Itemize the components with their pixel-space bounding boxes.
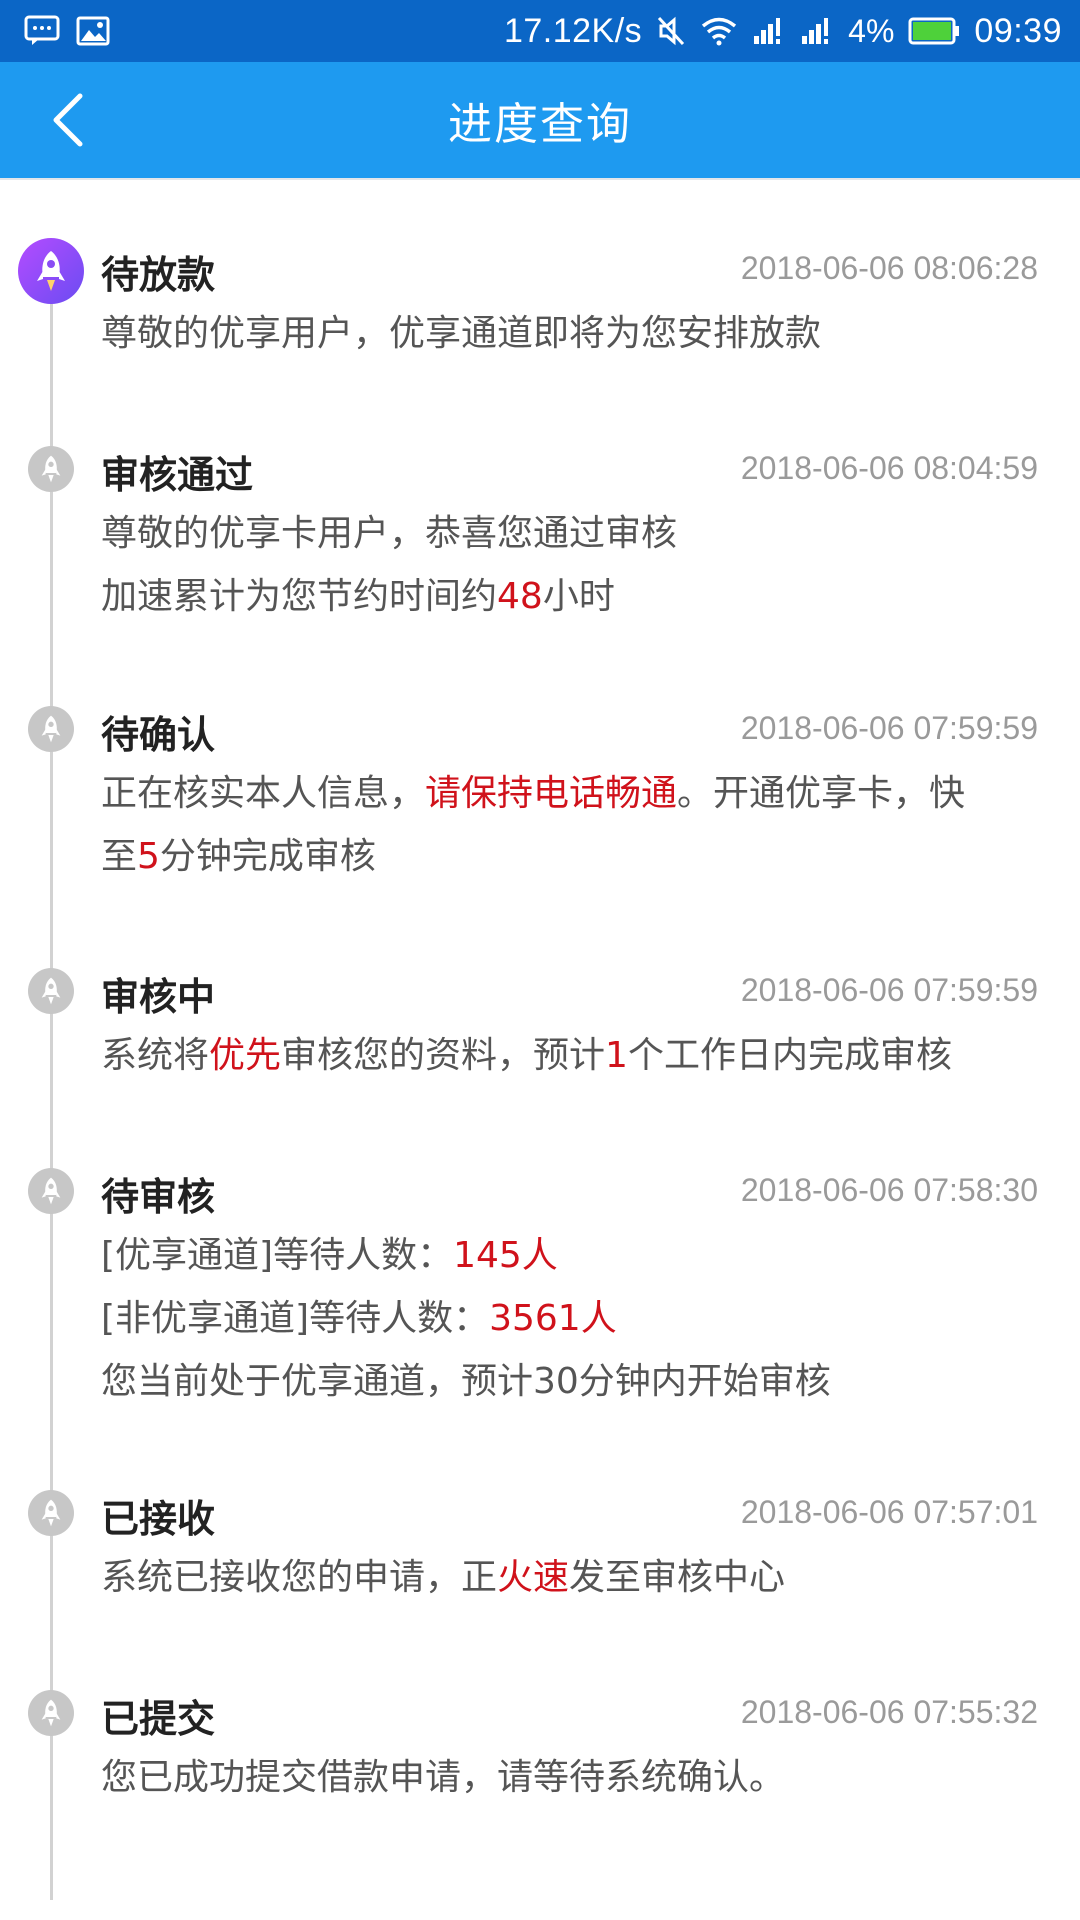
status-bar-right: 17.12K/s 4% 09:39 [504, 12, 1062, 51]
text-segment: 正在核实本人信息， [101, 773, 426, 814]
text-segment: 。开通优享卡，快 [677, 773, 966, 814]
highlight-text: 优先 [209, 1035, 282, 1076]
entry-body: 系统已接收您的申请，正火速发至审核中心 [101, 1546, 1041, 1609]
entry-line: 至5分钟完成审核 [101, 825, 1041, 888]
entry-time: 2018-06-06 08:04:59 [740, 450, 1038, 486]
entry-body: 您已成功提交借款申请，请等待系统确认。 [101, 1746, 1041, 1809]
highlight-text: 145人 [453, 1235, 558, 1276]
rocket-icon [41, 715, 61, 743]
entry-title: 待确认 [101, 713, 216, 757]
timeline-dot [28, 968, 74, 1014]
back-button[interactable] [40, 92, 96, 148]
entry-title: 审核通过 [101, 453, 254, 497]
entry-line: 您当前处于优享通道，预计30分钟内开始审核 [101, 1350, 1041, 1413]
wifi-icon [700, 16, 738, 46]
text-segment: 尊敬的优享用户，优享通道即将为您安排放款 [101, 313, 822, 354]
progress-timeline: 待放款 2018-06-06 08:06:28 尊敬的优享用户，优享通道即将为您… [0, 180, 1080, 1920]
entry-time: 2018-06-06 07:59:59 [740, 710, 1038, 746]
text-segment: [非优享通道]等待人数： [101, 1298, 490, 1339]
page-title: 进度查询 [448, 99, 632, 150]
rocket-icon [41, 1177, 61, 1205]
timeline-dot [28, 1490, 74, 1536]
text-segment: 发至审核中心 [569, 1557, 786, 1598]
entry-title: 已提交 [101, 1697, 216, 1741]
entry-time: 2018-06-06 08:06:28 [740, 250, 1038, 286]
highlight-text: 1 [605, 1035, 628, 1076]
entry-body: 正在核实本人信息，请保持电话畅通。开通优享卡，快 至5分钟完成审核 [101, 762, 1041, 888]
entry-title: 审核中 [101, 975, 216, 1019]
entry-line: 加速累计为您节约时间约48小时 [101, 565, 1041, 628]
mute-icon [656, 15, 686, 47]
entry-line: 系统将优先审核您的资料，预计1个工作日内完成审核 [101, 1024, 1041, 1087]
highlight-text: 请保持电话畅通 [425, 773, 678, 814]
entry-line: 您已成功提交借款申请，请等待系统确认。 [101, 1746, 1041, 1809]
entry-title: 待放款 [101, 253, 216, 297]
rocket-icon [41, 455, 61, 483]
nav-bar: 进度查询 [0, 62, 1080, 178]
clock: 09:39 [974, 11, 1062, 50]
entry-line: [优享通道]等待人数：145人 [101, 1224, 1041, 1287]
highlight-text: 3561人 [489, 1298, 617, 1339]
entry-line: 正在核实本人信息，请保持电话畅通。开通优享卡，快 [101, 762, 1041, 825]
text-segment: [优享通道]等待人数： [101, 1235, 454, 1276]
entry-body: 尊敬的优享卡用户，恭喜您通过审核 加速累计为您节约时间约48小时 [101, 502, 1041, 628]
entry-line: 系统已接收您的申请，正火速发至审核中心 [101, 1546, 1041, 1609]
highlight-text: 火速 [497, 1557, 570, 1598]
text-segment: 加速累计为您节约时间约 [101, 576, 498, 617]
timeline-dot [28, 1168, 74, 1214]
text-segment: 系统将 [101, 1035, 210, 1076]
entry-title: 待审核 [101, 1175, 216, 1219]
text-segment: 个工作日内完成审核 [627, 1035, 952, 1076]
signal-icon-sim1 [752, 16, 786, 46]
entry-body: 系统将优先审核您的资料，预计1个工作日内完成审核 [101, 1024, 1041, 1087]
entry-body: 尊敬的优享用户，优享通道即将为您安排放款 [101, 302, 1041, 365]
entry-body: [优享通道]等待人数：145人 [非优享通道]等待人数：3561人 您当前处于优… [101, 1224, 1041, 1413]
entry-time: 2018-06-06 07:55:32 [740, 1694, 1038, 1730]
status-bar: 17.12K/s 4% 09:39 [0, 0, 1080, 62]
rocket-icon [41, 977, 61, 1005]
text-segment: 审核您的资料，预计 [281, 1035, 606, 1076]
timeline-line [50, 280, 53, 1900]
text-segment: 分钟完成审核 [159, 836, 376, 877]
entry-line: 尊敬的优享用户，优享通道即将为您安排放款 [101, 302, 1041, 365]
image-icon [76, 16, 110, 46]
entry-title: 已接收 [101, 1497, 216, 1541]
text-segment: 尊敬的优享卡用户，恭喜您通过审核 [101, 513, 678, 554]
text-segment: 系统已接收您的申请，正 [101, 1557, 498, 1598]
battery-icon [908, 16, 960, 46]
entry-time: 2018-06-06 07:59:59 [740, 972, 1038, 1008]
entry-line: [非优享通道]等待人数：3561人 [101, 1287, 1041, 1350]
timeline-dot-active [18, 238, 84, 304]
timeline-dot [28, 706, 74, 752]
signal-icon-sim2 [800, 16, 834, 46]
highlight-text: 48 [497, 576, 543, 617]
timeline-dot [28, 1690, 74, 1736]
rocket-icon [41, 1499, 61, 1527]
chevron-left-icon [53, 93, 83, 147]
entry-time: 2018-06-06 07:58:30 [740, 1172, 1038, 1208]
network-speed: 17.12K/s [503, 11, 643, 50]
message-icon [24, 15, 60, 47]
rocket-icon [37, 251, 65, 291]
text-segment: 至 [101, 836, 138, 877]
entry-time: 2018-06-06 07:57:01 [740, 1494, 1038, 1530]
text-segment: 小时 [542, 576, 615, 617]
text-segment: 您已成功提交借款申请，请等待系统确认。 [101, 1757, 786, 1798]
text-segment: 您当前处于优享通道，预计30分钟内开始审核 [101, 1361, 831, 1402]
entry-line: 尊敬的优享卡用户，恭喜您通过审核 [101, 502, 1041, 565]
timeline-dot [28, 446, 74, 492]
rocket-icon [41, 1699, 61, 1727]
highlight-text: 5 [137, 836, 160, 877]
battery-percent: 4% [848, 12, 895, 49]
status-bar-left [24, 15, 110, 47]
